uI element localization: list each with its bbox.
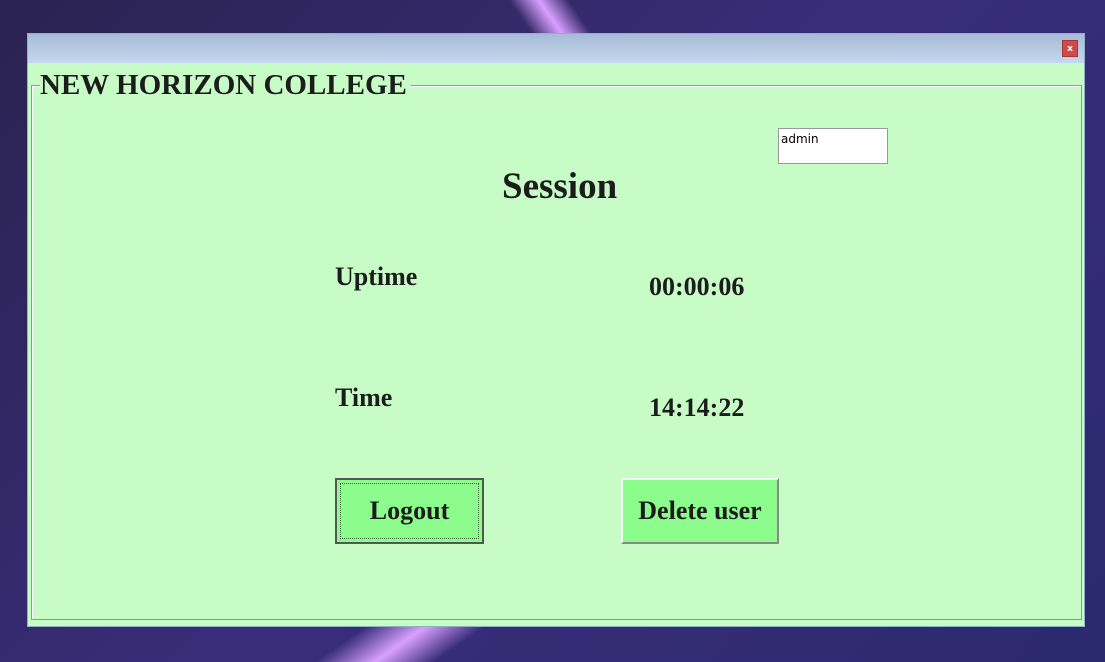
session-window: x NEW HORIZON COLLEGE admin Session Upti…: [27, 33, 1085, 627]
uptime-label: Uptime: [335, 262, 418, 291]
time-label: Time: [335, 383, 393, 412]
time-value: 14:14:22: [649, 393, 745, 422]
wallpaper-streak: [508, 0, 592, 33]
username-field[interactable]: admin: [778, 128, 888, 164]
group-title: NEW HORIZON COLLEGE: [40, 69, 411, 101]
close-button[interactable]: x: [1062, 40, 1078, 57]
uptime-value: 00:00:06: [649, 272, 745, 301]
delete-user-button[interactable]: Delete user: [621, 478, 779, 544]
page-title: Session: [502, 166, 618, 207]
title-bar[interactable]: x: [28, 34, 1084, 63]
logout-button[interactable]: Logout: [335, 478, 484, 544]
wallpaper-streak: [315, 627, 485, 662]
